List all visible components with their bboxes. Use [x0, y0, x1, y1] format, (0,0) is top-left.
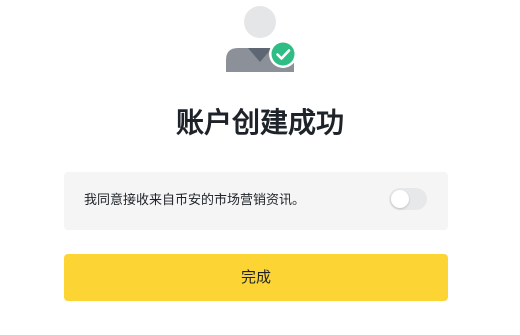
account-created-page: 账户创建成功 我同意接收来自币安的市场营销资讯。 完成: [0, 0, 520, 335]
toggle-knob: [391, 190, 409, 208]
avatar-head-icon: [244, 6, 276, 38]
marketing-consent-label: 我同意接收来自币安的市场营销资讯。: [84, 193, 306, 208]
marketing-consent-card: 我同意接收来自币安的市场营销资讯。: [64, 172, 448, 230]
check-circle-icon: [269, 40, 297, 68]
marketing-consent-toggle[interactable]: [389, 188, 427, 210]
done-button[interactable]: 完成: [64, 254, 448, 301]
user-success-avatar: [226, 6, 297, 72]
page-title: 账户创建成功: [175, 106, 344, 139]
